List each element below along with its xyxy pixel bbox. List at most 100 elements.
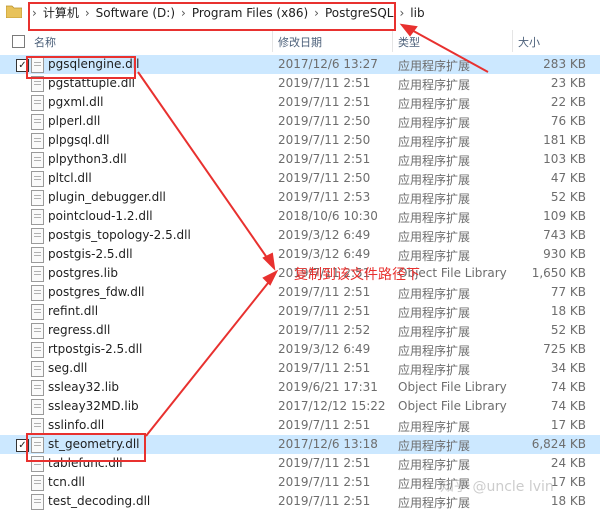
file-row[interactable]: ssleay32.lib 2019/6/21 17:31 Object File L…: [0, 378, 600, 397]
file-row[interactable]: ssleay32MD.lib 2017/12/12 15:22 Object Fil…: [0, 397, 600, 416]
file-size: 743 KB: [543, 228, 586, 242]
file-size: 181 KB: [543, 133, 586, 147]
file-date: 2019/7/11 2:50: [278, 133, 371, 147]
column-divider[interactable]: [392, 30, 393, 52]
file-row[interactable]: sslinfo.dll 2019/7/11 2:51 应用程序扩展 17 KB: [0, 416, 600, 435]
breadcrumb-program-files[interactable]: Program Files (x86): [192, 6, 308, 20]
file-row[interactable]: regress.dll 2019/7/11 2:52 应用程序扩展 52 KB: [0, 321, 600, 340]
breadcrumb-postgresql[interactable]: PostgreSQL: [325, 6, 394, 20]
file-date: 2019/7/11 2:50: [278, 114, 371, 128]
file-date: 2017/12/6 13:18: [278, 437, 378, 451]
column-divider[interactable]: [512, 30, 513, 52]
file-icon: [31, 380, 44, 396]
file-row[interactable]: ✓ st_geometry.dll 2017/12/6 13:18 应用程序扩展 6,8…: [0, 435, 600, 454]
breadcrumb-software-drive[interactable]: Software (D:): [96, 6, 175, 20]
file-row[interactable]: pointcloud-1.2.dll 2018/10/6 10:30 应用程序扩展 1…: [0, 207, 600, 226]
breadcrumb-chevron-icon: ›: [32, 6, 37, 20]
file-name: tablefunc.dll: [48, 456, 123, 470]
file-size: 52 KB: [550, 323, 586, 337]
file-icon: [31, 133, 44, 149]
file-row[interactable]: refint.dll 2019/7/11 2:51 应用程序扩展 18 KB: [0, 302, 600, 321]
column-header: 名称 修改日期 类型 大小: [0, 30, 600, 52]
file-row[interactable]: tablefunc.dll 2019/7/11 2:51 应用程序扩展 24 KB: [0, 454, 600, 473]
file-row[interactable]: plpython3.dll 2019/7/11 2:51 应用程序扩展 103 KB: [0, 150, 600, 169]
file-name: pgstattuple.dll: [48, 76, 135, 90]
file-icon: [31, 57, 44, 73]
file-date: 2019/7/11 2:53: [278, 190, 371, 204]
file-icon: [31, 171, 44, 187]
column-type[interactable]: 类型: [398, 34, 420, 50]
file-icon: [31, 418, 44, 434]
file-icon: [31, 95, 44, 111]
file-icon: [31, 475, 44, 491]
file-type: 应用程序扩展: [398, 420, 471, 434]
file-name: plpython3.dll: [48, 152, 127, 166]
file-row[interactable]: pgstattuple.dll 2019/7/11 2:51 应用程序扩展 23 KB: [0, 74, 600, 93]
file-row[interactable]: postgis-2.5.dll 2019/3/12 6:49 应用程序扩展 930 K…: [0, 245, 600, 264]
file-type: Object File Library: [398, 380, 507, 394]
file-row[interactable]: ✓ pgsqlengine.dll 2017/12/6 13:27 应用程序扩展 283…: [0, 55, 600, 74]
row-checkbox[interactable]: ✓: [16, 439, 29, 452]
file-date: 2019/3/12 6:49: [278, 247, 371, 261]
file-icon: [31, 247, 44, 263]
column-date[interactable]: 修改日期: [278, 34, 322, 50]
file-row[interactable]: plperl.dll 2019/7/11 2:50 应用程序扩展 76 KB: [0, 112, 600, 131]
file-row[interactable]: postgis_topology-2.5.dll 2019/3/12 6:49 应用…: [0, 226, 600, 245]
file-type: 应用程序扩展: [398, 59, 471, 73]
file-row[interactable]: plugin_debugger.dll 2019/7/11 2:53 应用程序扩展 5…: [0, 188, 600, 207]
file-size: 725 KB: [543, 342, 586, 356]
file-date: 2018/10/6 10:30: [278, 209, 378, 223]
select-all-checkbox[interactable]: [12, 35, 25, 48]
file-type: 应用程序扩展: [398, 306, 471, 320]
file-icon: [31, 190, 44, 206]
file-row[interactable]: pltcl.dll 2019/7/11 2:50 应用程序扩展 47 KB: [0, 169, 600, 188]
file-date: 2019/7/11 2:51: [278, 494, 371, 508]
file-icon: [31, 266, 44, 282]
file-icon: [31, 399, 44, 415]
file-name: tcn.dll: [48, 475, 86, 489]
file-type: 应用程序扩展: [398, 116, 471, 130]
annotation-callout-text: 复制到该文件路径下: [294, 267, 420, 283]
file-size: 34 KB: [550, 361, 586, 375]
breadcrumb-computer[interactable]: 计算机: [43, 6, 79, 20]
file-icon: [31, 304, 44, 320]
column-divider[interactable]: [272, 30, 273, 52]
file-size: 23 KB: [550, 76, 586, 90]
file-date: 2019/3/12 6:49: [278, 228, 371, 242]
file-size: 283 KB: [543, 57, 586, 71]
file-name: postgis_topology-2.5.dll: [48, 228, 191, 242]
file-row[interactable]: pgxml.dll 2019/7/11 2:51 应用程序扩展 22 KB: [0, 93, 600, 112]
file-row[interactable]: postgres_fdw.dll 2019/7/11 2:51 应用程序扩展 77 K…: [0, 283, 600, 302]
file-name: pgsqlengine.dll: [48, 57, 140, 71]
file-date: 2019/7/11 2:52: [278, 323, 371, 337]
file-name: ssleay32.lib: [48, 380, 120, 394]
file-size: 17 KB: [550, 418, 586, 432]
file-icon: [31, 437, 44, 453]
file-type: 应用程序扩展: [398, 173, 471, 187]
file-name: seg.dll: [48, 361, 88, 375]
row-checkbox[interactable]: ✓: [16, 59, 29, 72]
file-name: pgxml.dll: [48, 95, 104, 109]
file-type: 应用程序扩展: [398, 458, 471, 472]
breadcrumb-lib[interactable]: lib: [410, 6, 424, 20]
watermark: 知乎 @uncle lvin: [440, 479, 554, 495]
file-row[interactable]: seg.dll 2019/7/11 2:51 应用程序扩展 34 KB: [0, 359, 600, 378]
file-name: sslinfo.dll: [48, 418, 105, 432]
file-type: 应用程序扩展: [398, 496, 471, 510]
file-size: 109 KB: [543, 209, 586, 223]
folder-icon: [6, 5, 22, 18]
column-name[interactable]: 名称: [34, 34, 56, 50]
file-icon: [31, 323, 44, 339]
file-date: 2019/7/11 2:51: [278, 456, 371, 470]
breadcrumb-chevron-icon: ›: [314, 6, 319, 20]
file-type: 应用程序扩展: [398, 211, 471, 225]
file-date: 2019/7/11 2:51: [278, 285, 371, 299]
file-row[interactable]: rtpostgis-2.5.dll 2019/3/12 6:49 应用程序扩展 725…: [0, 340, 600, 359]
column-size[interactable]: 大小: [518, 34, 540, 50]
file-type: 应用程序扩展: [398, 135, 471, 149]
file-icon: [31, 228, 44, 244]
file-name: postgres_fdw.dll: [48, 285, 145, 299]
address-bar[interactable]: › 计算机 › Software (D:) › Program Files (x86) › P…: [0, 0, 600, 26]
file-row[interactable]: plpgsql.dll 2019/7/11 2:50 应用程序扩展 181 KB: [0, 131, 600, 150]
file-date: 2019/7/11 2:51: [278, 76, 371, 90]
